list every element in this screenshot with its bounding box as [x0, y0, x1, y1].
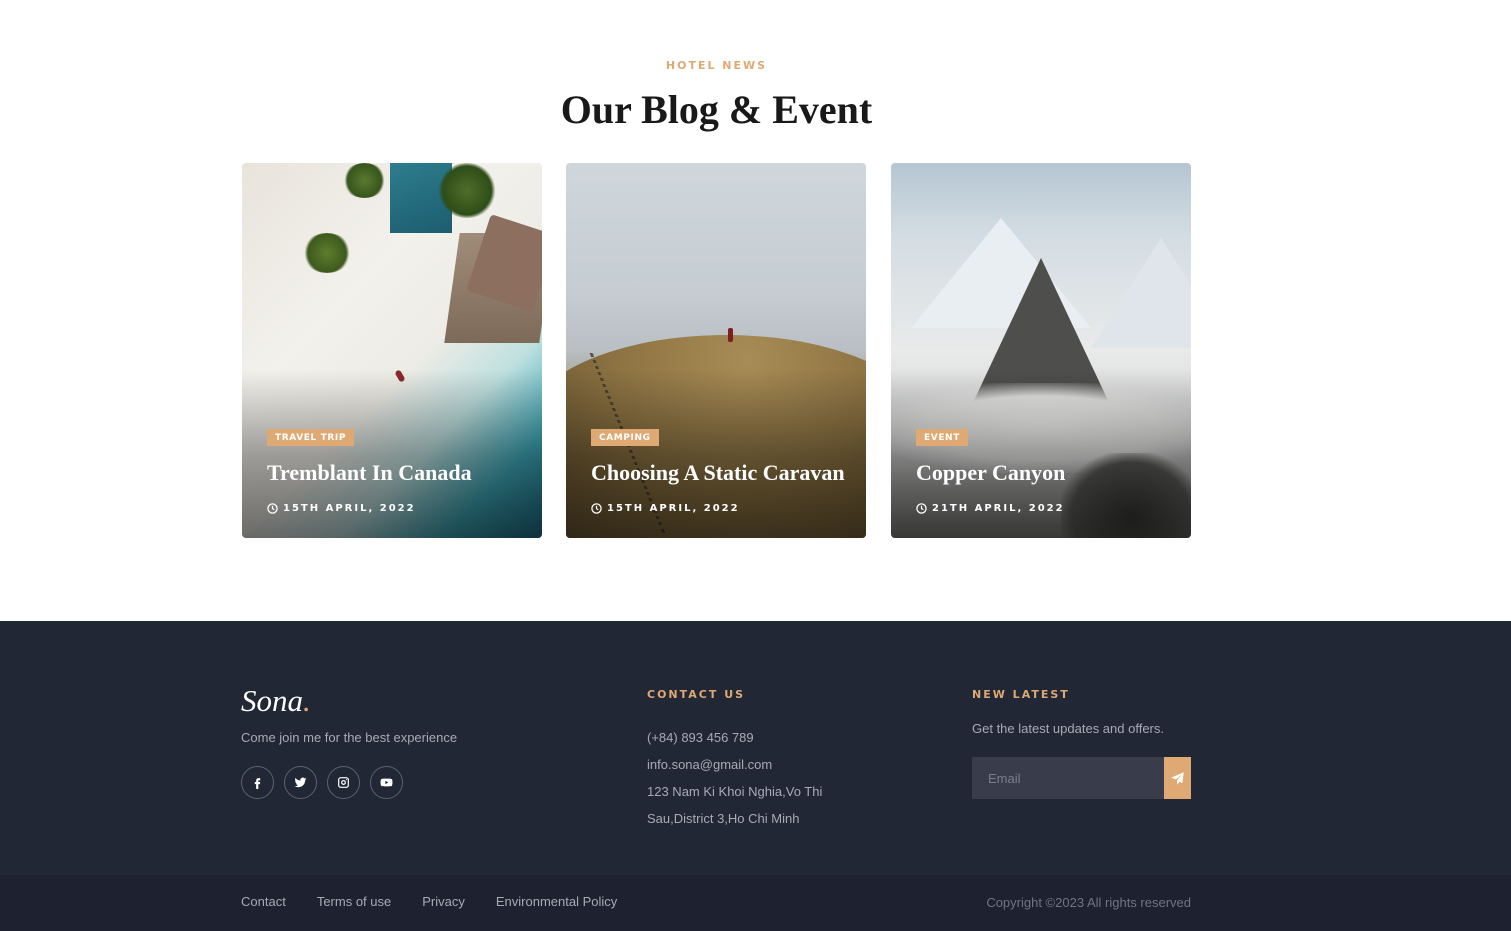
twitter-icon — [294, 777, 307, 788]
logo-text: Sona — [241, 683, 303, 718]
newsletter-heading: NEW LATEST — [972, 688, 1070, 701]
section-kicker: HOTEL NEWS — [665, 59, 768, 72]
blog-card-date-text: 15TH APRIL, 2022 — [607, 503, 740, 514]
email-input[interactable] — [972, 757, 1164, 799]
contact-phone[interactable]: (+84) 893 456 789 — [647, 724, 827, 751]
footer-tagline: Come join me for the best experience — [241, 730, 458, 745]
twitter-link[interactable] — [284, 766, 317, 799]
blog-card[interactable]: EVENT Copper Canyon 21TH APRIL, 2022 — [891, 163, 1191, 538]
blog-card-tag[interactable]: EVENT — [916, 429, 968, 446]
blog-section: HOTEL NEWS Our Blog & Event TRAVEL TRIP … — [0, 0, 1511, 621]
blog-card-tag[interactable]: TRAVEL TRIP — [267, 429, 355, 446]
send-icon — [1171, 771, 1184, 785]
blog-card-date: 15TH APRIL, 2022 — [591, 503, 740, 514]
bottom-bar: Contact Terms of use Privacy Environment… — [0, 875, 1511, 931]
blog-card-date-text: 15TH APRIL, 2022 — [283, 503, 416, 514]
facebook-link[interactable] — [241, 766, 274, 799]
blog-card-date: 21TH APRIL, 2022 — [916, 503, 1065, 514]
youtube-icon — [380, 778, 393, 787]
blog-card-title[interactable]: Tremblant In Canada — [267, 460, 532, 486]
footer: Sona. Come join me for the best experien… — [0, 621, 1511, 875]
blog-card-tag[interactable]: CAMPING — [591, 429, 659, 446]
footer-link-privacy[interactable]: Privacy — [422, 894, 465, 909]
facebook-icon — [254, 778, 261, 789]
copyright: Copyright ©2023 All rights reserved — [986, 895, 1191, 910]
newsletter-text: Get the latest updates and offers. — [972, 721, 1164, 736]
blog-card-title[interactable]: Choosing A Static Caravan — [591, 460, 856, 486]
clock-icon — [267, 503, 278, 514]
blog-card-date: 15TH APRIL, 2022 — [267, 503, 416, 514]
blog-card[interactable]: CAMPING Choosing A Static Caravan 15TH A… — [566, 163, 866, 538]
contact-address-line1: 123 Nam Ki Khoi Nghia,Vo Thi — [647, 784, 823, 799]
subscribe-button[interactable] — [1164, 757, 1191, 799]
footer-link-environmental-policy[interactable]: Environmental Policy — [496, 894, 617, 909]
footer-links: Contact Terms of use Privacy Environment… — [241, 894, 617, 909]
section-title: Our Blog & Event — [560, 87, 873, 132]
social-links — [241, 766, 403, 799]
youtube-link[interactable] — [370, 766, 403, 799]
contact-address-line2: Sau,District 3,Ho Chi Minh — [647, 811, 800, 826]
blog-card[interactable]: TRAVEL TRIP Tremblant In Canada 15TH APR… — [242, 163, 542, 538]
footer-link-contact[interactable]: Contact — [241, 894, 286, 909]
footer-logo[interactable]: Sona. — [241, 683, 311, 719]
logo-dot: . — [303, 683, 311, 718]
contact-heading: CONTACT US — [647, 688, 746, 701]
clock-icon — [916, 503, 927, 514]
footer-link-terms[interactable]: Terms of use — [317, 894, 391, 909]
clock-icon — [591, 503, 602, 514]
contact-email[interactable]: info.sona@gmail.com — [647, 751, 827, 778]
blog-card-date-text: 21TH APRIL, 2022 — [932, 503, 1065, 514]
instagram-link[interactable] — [327, 766, 360, 799]
contact-info: (+84) 893 456 789 info.sona@gmail.com 12… — [647, 724, 827, 832]
blog-card-title[interactable]: Copper Canyon — [916, 460, 1181, 486]
newsletter-form — [972, 757, 1191, 799]
instagram-icon — [338, 777, 349, 788]
